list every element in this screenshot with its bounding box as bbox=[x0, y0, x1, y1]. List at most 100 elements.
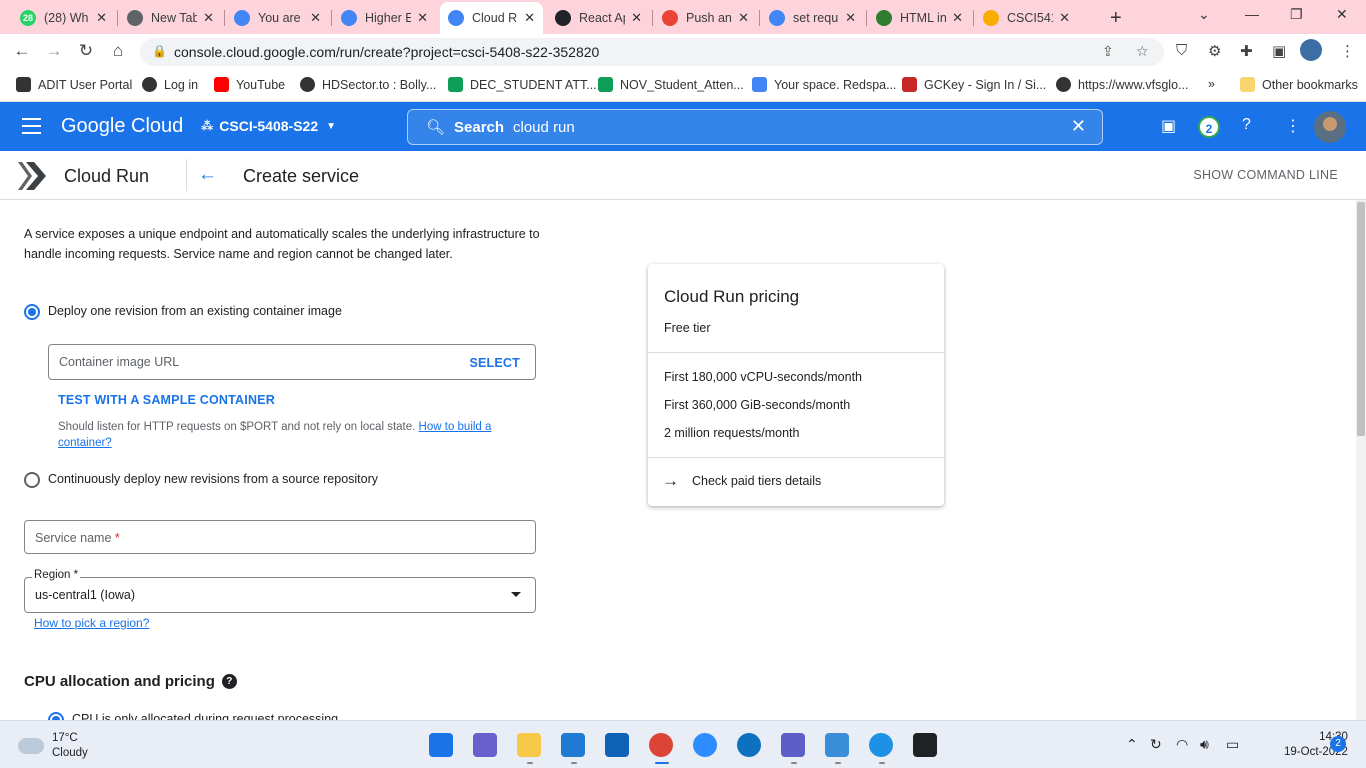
close-tab-icon[interactable]: ✕ bbox=[203, 10, 214, 26]
close-tab-icon[interactable]: ✕ bbox=[524, 10, 535, 26]
radio-continuous-deploy-label[interactable]: Continuously deploy new revisions from a… bbox=[48, 472, 378, 486]
vscode-icon[interactable] bbox=[561, 733, 585, 757]
bookmark-item[interactable]: https://www.vfsglo... bbox=[1056, 77, 1188, 92]
chat-icon[interactable] bbox=[473, 733, 497, 757]
chrome-menu-icon[interactable]: ⋮ bbox=[1340, 42, 1355, 60]
close-tab-icon[interactable]: ✕ bbox=[96, 10, 107, 26]
browser-tab[interactable]: set requ ✕ bbox=[761, 4, 864, 32]
radio-existing-image[interactable] bbox=[24, 304, 40, 320]
paid-tiers-link[interactable]: Check paid tiers details bbox=[692, 474, 821, 488]
browser-tab[interactable]: New Tab ✕ bbox=[119, 4, 222, 32]
test-sample-container-button[interactable]: TEST WITH A SAMPLE CONTAINER bbox=[58, 393, 275, 407]
close-tab-icon[interactable]: ✕ bbox=[952, 10, 963, 26]
profile-avatar[interactable] bbox=[1300, 39, 1322, 61]
search-bar[interactable]: 🔍︎ Search cloud run ✕ bbox=[407, 109, 1103, 145]
close-window-button[interactable]: ✕ bbox=[1336, 6, 1348, 23]
help-icon[interactable]: ? bbox=[1242, 116, 1251, 134]
bookmark-star-icon[interactable]: ☆ bbox=[1136, 43, 1149, 60]
minimize-button[interactable]: — bbox=[1245, 6, 1259, 22]
battery-icon[interactable]: ▭ bbox=[1226, 736, 1239, 753]
zoom-icon[interactable] bbox=[693, 733, 717, 757]
back-arrow-icon[interactable]: ← bbox=[198, 164, 217, 186]
docker-icon[interactable] bbox=[869, 733, 893, 757]
file-explorer-icon[interactable] bbox=[517, 733, 541, 757]
browser-tab[interactable]: HTML in ✕ bbox=[868, 4, 971, 32]
bookmark-item[interactable]: Log in bbox=[142, 77, 198, 92]
google-cloud-logo[interactable]: Google Cloud bbox=[61, 115, 183, 138]
browser-tab[interactable]: Push an ✕ bbox=[654, 4, 757, 32]
outlook-icon[interactable] bbox=[605, 733, 629, 757]
start-button-icon[interactable] bbox=[429, 733, 453, 757]
reload-icon[interactable]: ↻ bbox=[75, 41, 97, 61]
search-input[interactable]: cloud run bbox=[513, 119, 575, 136]
notifications-badge[interactable]: 2 bbox=[1198, 116, 1220, 138]
back-icon[interactable]: ← bbox=[11, 41, 33, 61]
more-options-icon[interactable]: ⋮ bbox=[1285, 116, 1301, 136]
restore-button[interactable]: ❐ bbox=[1290, 6, 1303, 23]
extension-shield-icon[interactable]: ⛉ bbox=[1176, 42, 1187, 59]
teamviewer-icon[interactable] bbox=[737, 733, 761, 757]
close-tab-icon[interactable]: ✕ bbox=[1059, 10, 1070, 26]
browser-tab[interactable]: Cloud R ✕ bbox=[440, 2, 543, 34]
show-command-line-button[interactable]: SHOW COMMAND LINE bbox=[1193, 168, 1338, 182]
bookmark-item[interactable]: Your space. Redspa... bbox=[752, 77, 897, 92]
radio-cpu-request-only[interactable] bbox=[48, 712, 64, 720]
sync-icon[interactable]: ↻ bbox=[1150, 736, 1162, 753]
tab-search-chevron-icon[interactable]: ⌄ bbox=[1198, 6, 1210, 23]
menu-icon[interactable] bbox=[22, 118, 41, 139]
project-picker[interactable]: ⁂ CSCI-5408-S22 ▼ bbox=[201, 118, 336, 134]
browser-tab[interactable]: You are ✕ bbox=[226, 4, 329, 32]
bookmark-item[interactable]: YouTube bbox=[214, 77, 285, 92]
close-tab-icon[interactable]: ✕ bbox=[738, 10, 749, 26]
close-tab-icon[interactable]: ✕ bbox=[845, 10, 856, 26]
extension-icon[interactable]: ⚙ bbox=[1208, 42, 1221, 60]
home-icon[interactable]: ⌂ bbox=[107, 41, 129, 61]
bookmark-item[interactable]: GCKey - Sign In / Si... bbox=[902, 77, 1046, 92]
forward-icon[interactable]: → bbox=[43, 41, 65, 61]
radio-cpu-request-only-label[interactable]: CPU is only allocated during request pro… bbox=[72, 712, 338, 720]
arrow-right-icon[interactable]: → bbox=[662, 471, 679, 491]
cloud-shell-icon[interactable]: ▣ bbox=[1161, 116, 1176, 136]
radio-existing-image-label[interactable]: Deploy one revision from an existing con… bbox=[48, 304, 342, 318]
new-tab-button[interactable]: + bbox=[1110, 7, 1122, 30]
clear-search-icon[interactable]: ✕ bbox=[1071, 116, 1086, 137]
browser-tab[interactable]: 28 (28) Wh ✕ bbox=[12, 4, 115, 32]
container-image-url-field[interactable]: Container image URL SELECT bbox=[48, 344, 536, 380]
browser-tab[interactable]: Higher E ✕ bbox=[333, 4, 436, 32]
bookmark-favicon-icon bbox=[902, 77, 917, 92]
browser-tab[interactable]: CSCI541 ✕ bbox=[975, 4, 1078, 32]
notification-center-badge[interactable]: 2 bbox=[1330, 736, 1346, 752]
notepad-icon[interactable] bbox=[825, 733, 849, 757]
terminal-icon[interactable] bbox=[913, 733, 937, 757]
extensions-puzzle-icon[interactable]: ✚ bbox=[1240, 42, 1253, 60]
help-icon[interactable]: ? bbox=[221, 674, 237, 689]
address-bar[interactable]: 🔒 console.cloud.google.com/run/create?pr… bbox=[140, 38, 1164, 66]
weather-widget[interactable]: 17°C Cloudy bbox=[18, 731, 88, 761]
product-title[interactable]: Cloud Run bbox=[64, 166, 149, 187]
teams-icon[interactable] bbox=[781, 733, 805, 757]
service-name-field[interactable]: Service name * bbox=[24, 520, 536, 554]
close-tab-icon[interactable]: ✕ bbox=[310, 10, 321, 26]
browser-tab[interactable]: React Ap ✕ bbox=[547, 4, 650, 32]
bookmark-item[interactable]: HDSector.to : Bolly... bbox=[300, 77, 436, 92]
select-button[interactable]: SELECT bbox=[469, 356, 520, 370]
pick-region-link[interactable]: How to pick a region? bbox=[34, 616, 149, 630]
chrome-icon[interactable] bbox=[649, 733, 673, 757]
bookmark-item[interactable]: NOV_Student_Atten... bbox=[598, 77, 744, 92]
bookmark-item[interactable]: DEC_STUDENT ATT... bbox=[448, 77, 597, 92]
radio-continuous-deploy[interactable] bbox=[24, 472, 40, 488]
share-icon[interactable]: ⇪ bbox=[1102, 43, 1114, 60]
bookmarks-overflow-icon[interactable]: » bbox=[1208, 77, 1215, 91]
region-select[interactable]: us-central1 (Iowa) bbox=[24, 577, 536, 613]
close-tab-icon[interactable]: ✕ bbox=[417, 10, 428, 26]
bookmark-item[interactable]: ADIT User Portal bbox=[16, 77, 132, 92]
tray-chevron-up-icon[interactable]: ⌃ bbox=[1126, 736, 1138, 753]
scrollbar-thumb[interactable] bbox=[1357, 202, 1365, 436]
side-panel-icon[interactable]: ▣ bbox=[1272, 42, 1286, 60]
volume-icon[interactable]: 🔊︎ bbox=[1200, 736, 1209, 753]
wifi-icon[interactable]: ◠ bbox=[1176, 736, 1188, 753]
address-url[interactable]: console.cloud.google.com/run/create?proj… bbox=[174, 44, 599, 60]
account-avatar[interactable] bbox=[1314, 111, 1346, 143]
other-bookmarks-folder[interactable]: Other bookmarks bbox=[1240, 77, 1358, 92]
close-tab-icon[interactable]: ✕ bbox=[631, 10, 642, 26]
